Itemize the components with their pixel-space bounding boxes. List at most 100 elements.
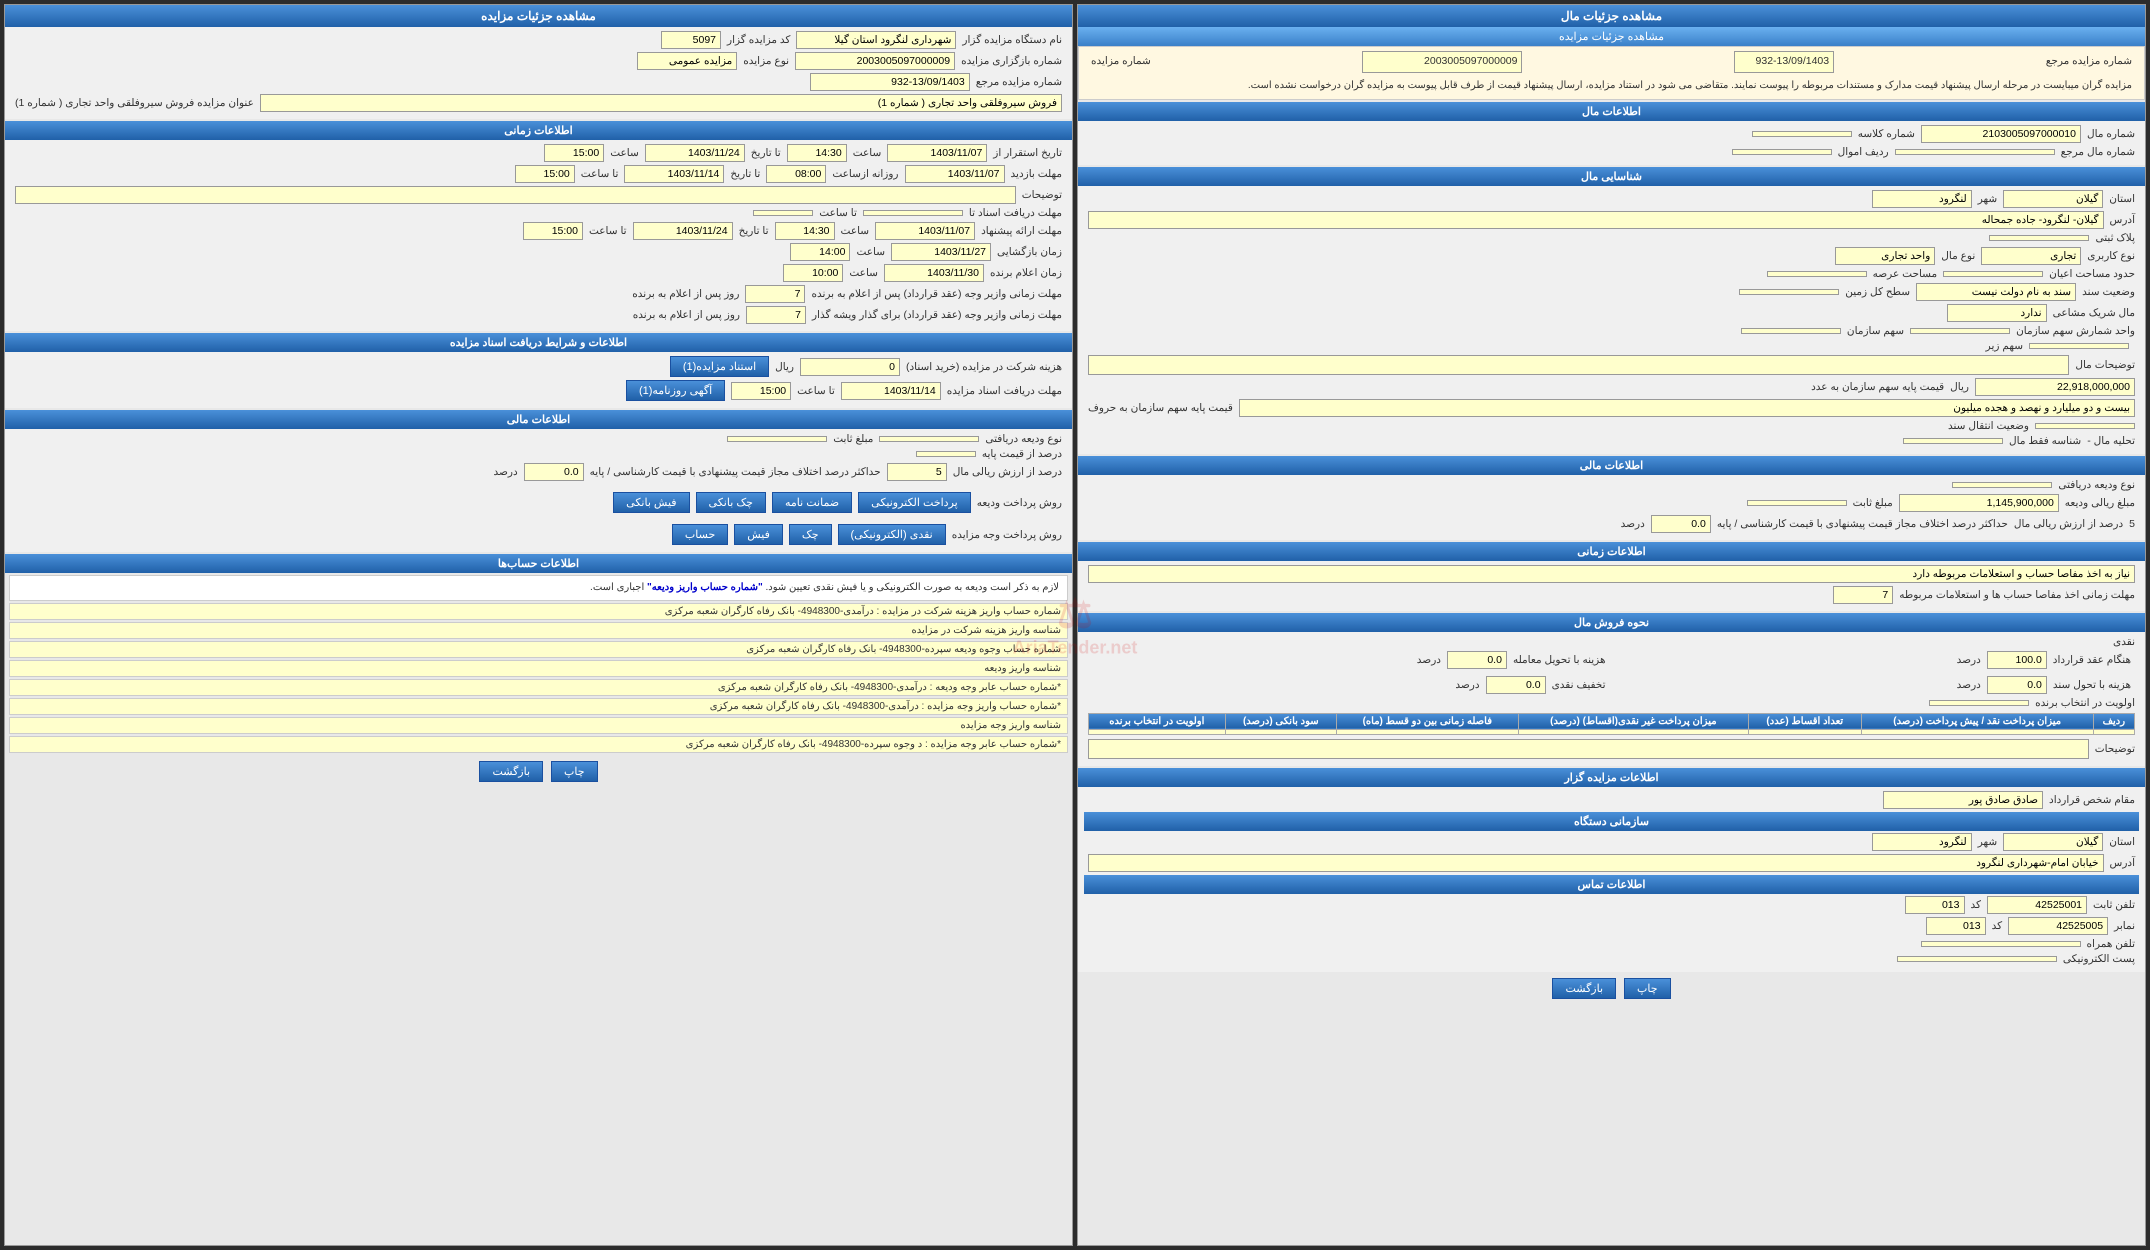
left-panel: مشاهده جزئیات مال مشاهده جزئیات مزایده ش… (1077, 4, 2146, 1246)
saat-payan: 15:00 (544, 144, 604, 162)
hesab-row-2: شناسه واریز هزینه شرکت در مزایده (9, 622, 1068, 639)
right-darsad-riali: 5 (887, 463, 947, 481)
hangram-aqd: 100.0 (1987, 651, 2047, 669)
col-pish: میزان پرداخت نقد / پیش پرداخت (درصد) (1861, 713, 2093, 729)
mohlat-daryaft: 1403/11/14 (841, 382, 941, 400)
auction-ref-row: شماره مزایده مرجع 932-13/09/1403 2003005… (1087, 51, 2136, 73)
tozihat-mal (1088, 355, 2069, 375)
mal-marja (1895, 149, 2055, 155)
estad-mazayade-button[interactable]: استناد مزایده(1) (670, 356, 769, 377)
kod-mazayade: 5097 (661, 31, 721, 49)
hesab-desc-text: لازم به ذکر است ودیعه به صورت الکترونیکی… (763, 582, 1059, 593)
vaziat-sanad: سند به نام دولت نیست (1916, 283, 2076, 301)
mablagh-riali: 1,145,900,000 (1899, 494, 2059, 512)
nam-dastgah: شهرداری لنگرود استان گیلا (796, 31, 956, 49)
left-bazgasht-button[interactable]: بازگشت (1552, 978, 1616, 999)
right-header-section: نام دستگاه مزایده گزار شهرداری لنگرود اس… (5, 27, 1072, 119)
tamas-header: اطلاعات تماس (1084, 875, 2139, 894)
sabit-code: 013 (1905, 896, 1965, 914)
col-gheir: میزان پرداخت غیر نقدی(اقساط) (درصد) (1518, 713, 1748, 729)
zaman-bazgoshaii: 1403/11/27 (891, 243, 991, 261)
mal-info-header: اطلاعات مال (1078, 102, 2145, 121)
maz-ostan: گیلان (2003, 833, 2103, 851)
agahi-rozname-button[interactable]: آگهی روزنامه(1) (626, 380, 725, 401)
forush-table: ردیف میزان پرداخت نقد / پیش پرداخت (درصد… (1088, 713, 2135, 735)
hesab-rows: شماره حساب واریز هزینه شرکت در مزایده : … (5, 603, 1072, 753)
mohlat-arae-tarikh: 1403/11/07 (875, 222, 975, 240)
no-karbari: تجاری (1981, 247, 2081, 265)
haداکثر-darsad: 0.0 (1651, 515, 1711, 533)
post-elec (1897, 956, 2057, 962)
mazayade-gar-header: اطلاعات مزایده گزار (1078, 768, 2145, 787)
hesab-row-6: *شماره حساب واریز وجه مزایده : درآمدی-49… (9, 698, 1068, 715)
fish-banki-btn[interactable]: فیش بانکی (613, 492, 689, 513)
sahm-sazman (1741, 328, 1841, 334)
saat-payan-bazdid: 15:00 (515, 165, 575, 183)
fish-btn[interactable]: فیش (734, 524, 783, 545)
mali-section: نوع ودیعه دریافتی مبلغ ریالی ودیعه 1,145… (1078, 475, 2145, 540)
tarikh-payan-bazdid: 1403/11/14 (624, 165, 724, 183)
zamanat-name-btn[interactable]: ضمانت نامه (772, 492, 852, 513)
pardakht-vadiye-section: روش پرداخت ودیعه پرداخت الکترونیکی ضمانت… (5, 488, 1072, 520)
hesab-row-1: شماره حساب واریز هزینه شرکت در مزایده : … (9, 603, 1068, 620)
left-panel-title: مشاهده جزئیات مال (1078, 5, 2145, 27)
right-noe-vadiye (879, 436, 979, 442)
vaziat-entegal (2035, 423, 2135, 429)
hesab-row-3: شماره حساب وجوه ودیعه سپرده-4948300- بان… (9, 641, 1068, 658)
hesab-row-4: شناسه واریز ودیعه (9, 660, 1068, 677)
dastgah-header: سازمانی دستگاه (1084, 812, 2139, 831)
col-radif: ردیف (2093, 713, 2134, 729)
hesab-btn[interactable]: حساب (672, 524, 728, 545)
mal-sharik: ندارد (1947, 304, 2047, 322)
asnad-header: اطلاعات و شرایط دریافت اسناد مزایده (5, 333, 1072, 352)
mal-number: 2103005097000010 (1921, 125, 2081, 143)
zamani-section: نیاز به اخذ مفاصا حساب و استعلامات مربوط… (1078, 561, 2145, 611)
mablagh-sabet (1747, 500, 1847, 506)
right-hadaksar-darsad: 0.0 (524, 463, 584, 481)
auction-code-input: 2003005097000009 (1362, 51, 1522, 73)
right-chap-button[interactable]: چاپ (551, 761, 598, 782)
right-mali-header: اطلاعات مالی (5, 410, 1072, 429)
zaman-eelam: 1403/11/30 (884, 264, 984, 282)
moghame: صادق صادق پور (1883, 791, 2043, 809)
col-sood: سود بانکی (درصد) (1225, 713, 1336, 729)
right-panel-title: مشاهده جزئیات مزایده (5, 5, 1072, 27)
mazayade-gar-section: مقام شخص قرارداد صادق صادق پور سازمانی د… (1078, 787, 2145, 972)
gharamat-sherkat: 0 (800, 358, 900, 376)
chek-btn[interactable]: چک (789, 524, 832, 545)
tarikh-payan: 1403/11/24 (645, 144, 745, 162)
hesab-desc: لازم به ذکر است ودیعه به صورت الکترونیکی… (9, 575, 1068, 601)
pardakht-electronic-btn[interactable]: پرداخت الکترونیکی (858, 492, 971, 513)
chek-banki-btn[interactable]: چک بانکی (696, 492, 766, 513)
mohlat-zamani: 7 (1833, 586, 1893, 604)
mali-info-header: اطلاعات مالی (1078, 456, 2145, 475)
zaman-bazgoshaii-saat: 14:00 (790, 243, 850, 261)
col-aqsat: تعداد اقساط (عدد) (1749, 713, 1862, 729)
address: گیلان- لنگرود- جاده جمحاله (1088, 211, 2104, 229)
plak-sabti (1989, 235, 2089, 241)
masahat-arsa (1767, 271, 1867, 277)
redif-amval (1732, 149, 1832, 155)
hangram-moamele: 0.0 (1447, 651, 1507, 669)
zaman-eelam-saat: 10:00 (783, 264, 843, 282)
zamani-header: اطلاعات زمانی (1078, 542, 2145, 561)
hesab-row-5: *شماره حساب عابر وجه ودیعه : درآمدی-4948… (9, 679, 1068, 696)
saat-mohlat-daryaft: 15:00 (731, 382, 791, 400)
hamrah (1921, 941, 2081, 947)
noe-mazayade: مزایده عمومی (637, 52, 737, 70)
right-bazgasht-button[interactable]: بازگشت (479, 761, 543, 782)
forush-section: نقدی هنگام عقد قرارداد 100.0 درصد هزینه … (1078, 632, 2145, 766)
right-btn-row: چاپ بازگشت (5, 755, 1072, 788)
mohlat-estenad-saat (753, 210, 813, 216)
saat-bazdid: 08:00 (766, 165, 826, 183)
right-zamani-header: اطلاعات زمانی (5, 121, 1072, 140)
sath-kol (1739, 289, 1839, 295)
mohlat-vazeh: 7 (745, 285, 805, 303)
avloyat-entekha (1929, 700, 2029, 706)
shenasai-section: استان گیلان شهر لنگرود آدرس گیلان- لنگرو… (1078, 186, 2145, 454)
naghdi-btn[interactable]: نقدی (الکترونیکی) (838, 524, 946, 545)
onvan-mazayade: فروش سیروفلقی واحد تجاری ( شماره 1) (260, 94, 1062, 112)
left-chap-button[interactable]: چاپ (1624, 978, 1671, 999)
tarikh-shuru: 1403/11/07 (887, 144, 987, 162)
namabar-code: 013 (1926, 917, 1986, 935)
